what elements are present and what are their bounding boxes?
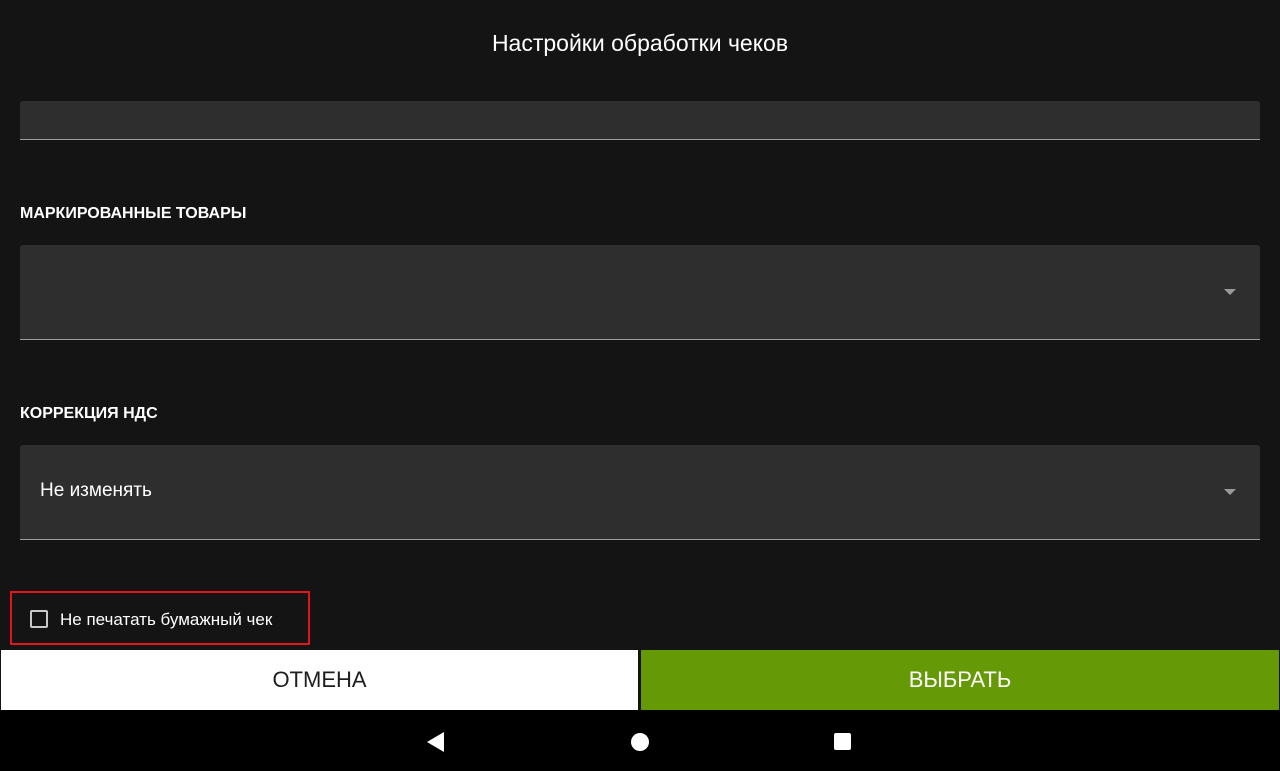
select-button[interactable]: ВЫБРАТЬ [641,650,1279,710]
no-paper-receipt-checkbox[interactable] [30,610,48,628]
no-paper-receipt-label: Не печатать бумажный чек [60,610,273,629]
dropdown-arrow-icon [1224,489,1236,495]
receipt-settings-dialog: Настройки обработки чеков МАРКИРОВАННЫЕ … [0,0,1280,771]
vat-correction-label: КОРРЕКЦИЯ НДС [20,405,158,422]
dropdown-arrow-icon [1224,289,1236,295]
vat-correction-value: Не изменять [40,480,152,501]
no-paper-receipt-option[interactable]: Не печатать бумажный чек [10,591,310,645]
marked-goods-label: МАРКИРОВАННЫЕ ТОВАРЫ [20,205,247,222]
android-navigation-bar [0,710,1280,771]
cancel-button[interactable]: ОТМЕНА [1,650,638,710]
home-icon[interactable] [631,733,649,751]
back-icon[interactable] [427,732,444,752]
vat-correction-dropdown[interactable]: Не изменять [20,445,1260,540]
marked-goods-dropdown[interactable] [20,245,1260,340]
recents-icon[interactable] [834,733,851,750]
dialog-title: Настройки обработки чеков [491,30,789,56]
top-input-field[interactable] [20,101,1260,140]
